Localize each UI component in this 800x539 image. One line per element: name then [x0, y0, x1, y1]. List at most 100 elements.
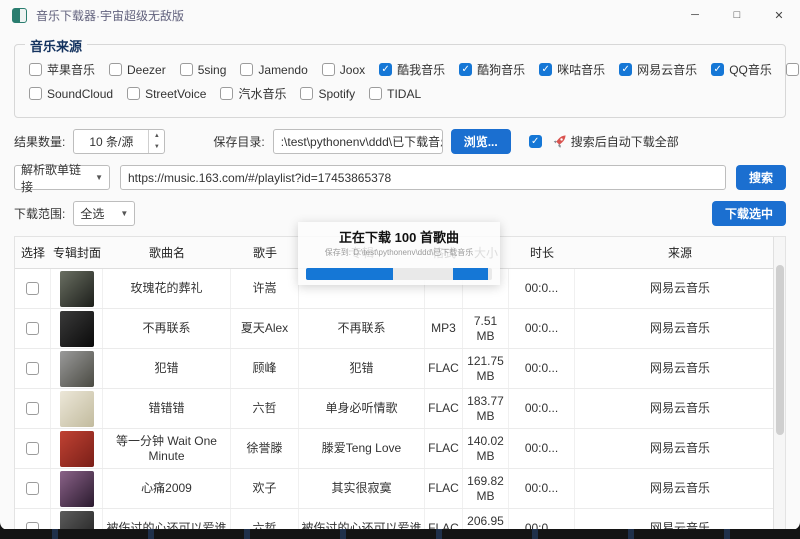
scrollbar-thumb[interactable] [776, 265, 784, 435]
row-checkbox[interactable] [26, 402, 39, 415]
album: 单身必听情歌 [299, 389, 425, 428]
row-checkbox[interactable] [26, 362, 39, 375]
checkbox-icon [180, 63, 193, 76]
checkbox-icon [529, 135, 542, 148]
table-row[interactable]: 错错错 六哲 单身必听情歌 FLAC 183.77 MB 00:0... 网易云… [15, 389, 785, 429]
source-checkbox-migu[interactable]: 咪咕音乐 [539, 61, 605, 78]
source-checkbox-qianqian[interactable]: 千千音乐 [786, 61, 800, 78]
playlist-url-input[interactable]: https://music.163.com/#/playlist?id=1745… [120, 165, 726, 190]
table-row[interactable]: 心痛2009 欢子 其实很寂寞 FLAC 169.82 MB 00:0... 网… [15, 469, 785, 509]
checkbox-icon [539, 63, 552, 76]
music-sources-group: 音乐来源 苹果音乐 Deezer 5sing Jamendo Joox 酷我音乐… [14, 44, 786, 118]
vertical-scrollbar[interactable] [773, 237, 785, 530]
row-checkbox[interactable] [26, 282, 39, 295]
download-range-value: 全选 [80, 205, 104, 222]
downloading-dialog: 正在下载 100 首歌曲 保存到: D:\test\pythonenv\ddd\… [298, 222, 500, 285]
source-checkbox-apple-music[interactable]: 苹果音乐 [29, 61, 95, 78]
source-checkbox-spotify[interactable]: Spotify [300, 87, 355, 101]
col-artist[interactable]: 歌手 [231, 237, 299, 268]
col-duration[interactable]: 时长 [509, 237, 575, 268]
size: 206.95 MB [463, 509, 509, 530]
maximize-button[interactable]: □ [716, 0, 758, 30]
checkbox-icon [220, 87, 233, 100]
artist: 欢子 [231, 469, 299, 508]
table-row[interactable]: 等一分钟 Wait One Minute 徐誉滕 滕爱Teng Love FLA… [15, 429, 785, 469]
song-title: 玫瑰花的葬礼 [103, 269, 231, 308]
source-checkbox-5sing[interactable]: 5sing [180, 63, 227, 77]
table-row[interactable]: 被伤过的心还可以爱谁 六哲 被伤过的心还可以爱谁 FLAC 206.95 MB … [15, 509, 785, 530]
progress-fill [306, 268, 393, 280]
duration: 00:0... [509, 469, 575, 508]
format: FLAC [425, 429, 463, 468]
download-range-select[interactable]: 全选 ▼ [73, 201, 135, 226]
album: 不再联系 [299, 309, 425, 348]
size: 121.75 MB [463, 349, 509, 388]
source-checkbox-deezer[interactable]: Deezer [109, 63, 166, 77]
source-checkbox-joox[interactable]: Joox [322, 63, 365, 77]
format: FLAC [425, 469, 463, 508]
result-count-spinner[interactable]: 10 条/源 ▲ ▼ [73, 129, 165, 154]
search-button[interactable]: 搜索 [736, 165, 786, 190]
minimize-button[interactable]: ─ [674, 0, 716, 30]
artist: 许嵩 [231, 269, 299, 308]
search-mode-select[interactable]: 解析歌单链接 ▼ [14, 165, 110, 190]
source: 网易云音乐 [575, 309, 785, 348]
song-title: 等一分钟 Wait One Minute [103, 429, 231, 468]
search-mode-value: 解析歌单链接 [21, 161, 89, 195]
source-checkbox-kuwo[interactable]: 酷我音乐 [379, 61, 445, 78]
taskbar-strip [0, 529, 800, 539]
result-count-value: 10 条/源 [74, 133, 148, 150]
row-checkbox[interactable] [26, 442, 39, 455]
table-row[interactable]: 不再联系 夏天Alex 不再联系 MP3 7.51 MB 00:0... 网易云… [15, 309, 785, 349]
browse-button[interactable]: 浏览... [451, 129, 511, 154]
source-checkbox-streetvoice[interactable]: StreetVoice [127, 87, 206, 101]
chevron-down-icon: ▼ [120, 209, 128, 218]
source: 网易云音乐 [575, 429, 785, 468]
col-source[interactable]: 来源 [575, 237, 785, 268]
album-cover [60, 511, 94, 531]
album-cover [60, 431, 94, 467]
source-checkbox-qq-music[interactable]: QQ音乐 [711, 61, 772, 78]
col-cover[interactable]: 专辑封面 [51, 237, 103, 268]
checkbox-icon [300, 87, 313, 100]
source-checkbox-tidal[interactable]: TIDAL [369, 87, 421, 101]
download-progress-bar [306, 268, 492, 280]
auto-download-checkbox[interactable] [529, 135, 542, 148]
album: 被伤过的心还可以爱谁 [299, 509, 425, 530]
spin-up-icon[interactable]: ▲ [149, 130, 164, 142]
duration: 00:0... [509, 389, 575, 428]
artist: 夏天Alex [231, 309, 299, 348]
duration: 00:0... [509, 269, 575, 308]
checkbox-icon [369, 87, 382, 100]
format: FLAC [425, 349, 463, 388]
album: 犯错 [299, 349, 425, 388]
source-checkbox-kugou[interactable]: 酷狗音乐 [459, 61, 525, 78]
source: 网易云音乐 [575, 349, 785, 388]
download-selected-button[interactable]: 下载选中 [712, 201, 786, 226]
checkbox-icon [109, 63, 122, 76]
checkbox-icon [786, 63, 799, 76]
close-button[interactable]: ✕ [758, 0, 800, 30]
format: FLAC [425, 509, 463, 530]
album: 其实很寂寞 [299, 469, 425, 508]
table-row[interactable]: 犯错 顾峰 犯错 FLAC 121.75 MB 00:0... 网易云音乐 [15, 349, 785, 389]
checkbox-icon [240, 63, 253, 76]
song-title: 错错错 [103, 389, 231, 428]
row-checkbox[interactable] [26, 482, 39, 495]
artist: 六哲 [231, 509, 299, 530]
title-bar: 音乐下载器·宇宙超级无敌版 ─ □ ✕ [0, 0, 800, 30]
spin-down-icon[interactable]: ▼ [149, 142, 164, 154]
save-dir-input[interactable]: :\test\pythonenv\ddd\已下载音乐 [273, 129, 443, 154]
checkbox-icon [379, 63, 392, 76]
result-count-label: 结果数量: [14, 133, 65, 150]
source-checkbox-qishui[interactable]: 汽水音乐 [220, 85, 286, 102]
source-checkbox-netease[interactable]: 网易云音乐 [619, 61, 697, 78]
row-checkbox[interactable] [26, 322, 39, 335]
col-select[interactable]: 选择 [15, 237, 51, 268]
source-checkbox-jamendo[interactable]: Jamendo [240, 63, 307, 77]
artist: 徐誉滕 [231, 429, 299, 468]
size: 7.51 MB [463, 309, 509, 348]
col-song[interactable]: 歌曲名 [103, 237, 231, 268]
source-checkbox-soundcloud[interactable]: SoundCloud [29, 87, 113, 101]
format: MP3 [425, 309, 463, 348]
